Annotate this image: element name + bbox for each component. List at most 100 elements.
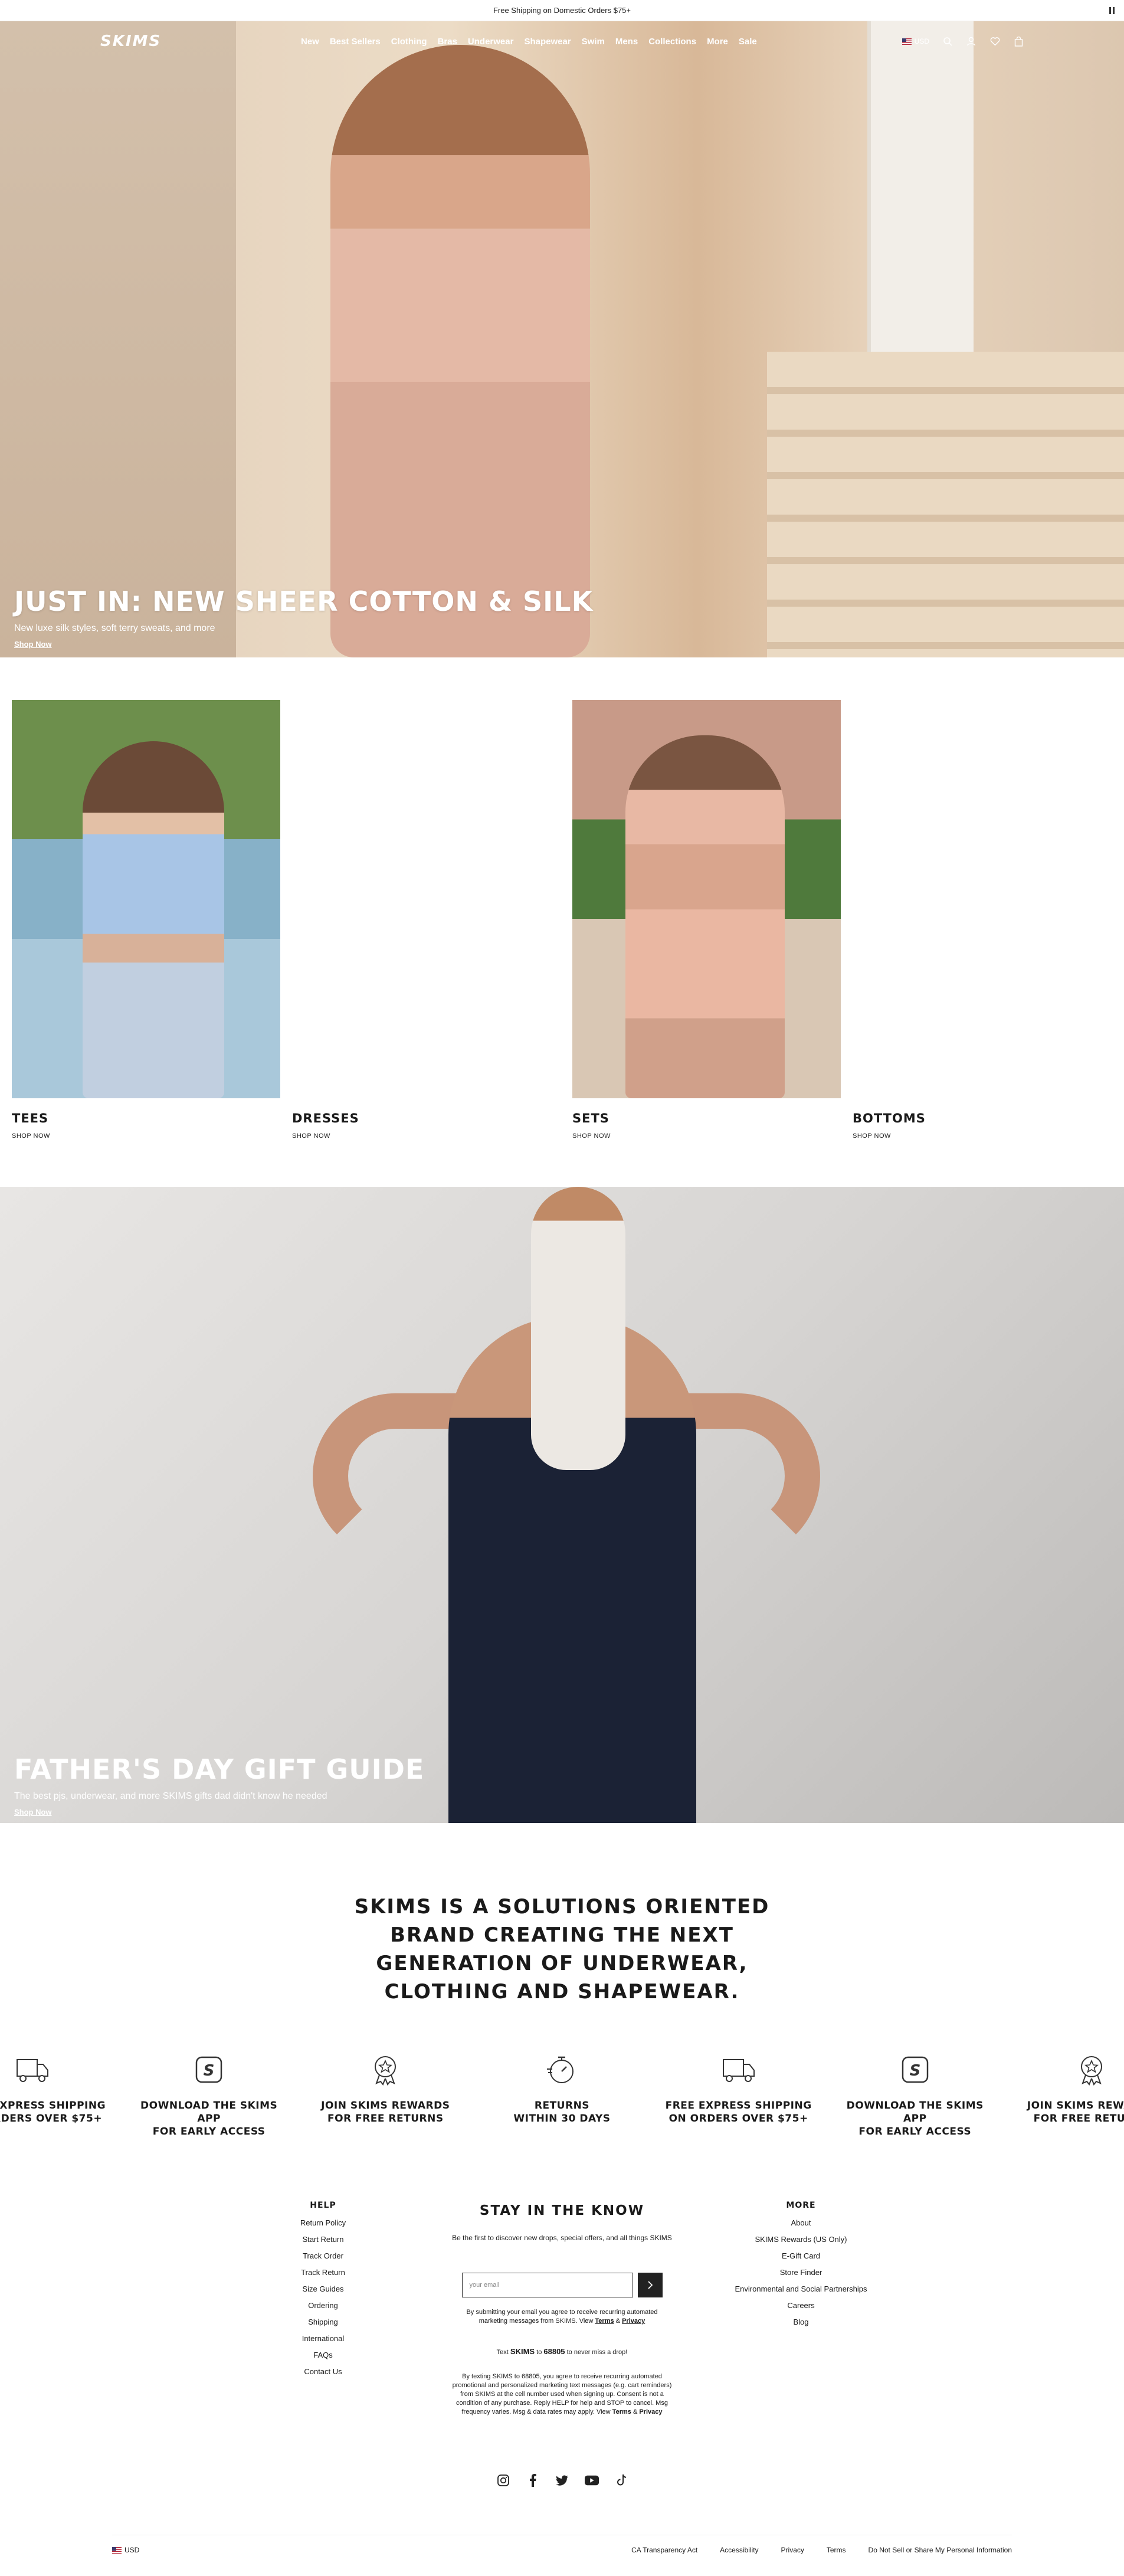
nav-item-clothing[interactable]: Clothing [391,37,427,47]
twitter-icon[interactable] [555,2473,569,2487]
footer-link-blog[interactable]: Blog [716,2314,887,2330]
footer-bottom-bar: USD CA Transparency Act Accessibility Pr… [112,2535,1012,2576]
truck-icon [721,2052,756,2087]
email-input[interactable]: your email [461,2273,633,2297]
us-flag-icon [112,2547,122,2554]
legal-link-ca-transparency[interactable]: CA Transparency Act [631,2546,697,2576]
announcement-pause-icon[interactable] [1109,7,1115,14]
footer-currency-selector[interactable]: USD [112,2546,139,2576]
benefit-item[interactable]: JOIN SKIMS REWARDSFOR FREE RETURNS [306,2052,465,2138]
category-card[interactable]: TEES SHOP NOW [12,700,280,1140]
logo[interactable]: SKIMS [100,32,301,50]
sms-privacy-link[interactable]: Privacy [639,2408,662,2415]
email-submit-button[interactable] [637,2273,663,2297]
category-shop-now-link[interactable]: SHOP NOW [292,1132,561,1140]
category-image-bottoms[interactable] [853,700,1121,1098]
currency-selector[interactable]: USD [902,37,929,45]
category-title[interactable]: DRESSES [292,1111,561,1125]
footer-link-store-finder[interactable]: Store Finder [716,2264,887,2281]
app-icon: S [191,2052,227,2087]
nav-item-mens[interactable]: Mens [615,37,638,47]
benefit-item[interactable]: S DOWNLOAD THE SKIMS APP FOR EARLY ACCESS [129,2052,289,2138]
sms-terms-link[interactable]: Terms [612,2408,631,2415]
footer-link-faqs[interactable]: FAQs [238,2347,409,2364]
benefit-line2: FOR EARLY ACCESS [152,2126,266,2138]
footer-link-rewards[interactable]: SKIMS Rewards (US Only) [716,2231,887,2248]
category-shop-now-link[interactable]: SHOP NOW [853,1132,1121,1140]
nav-item-new[interactable]: New [301,37,319,47]
category-title[interactable]: SETS [572,1111,841,1125]
benefit-item[interactable]: RETURNS WITHIN 30 DAYS [482,2052,641,2138]
svg-text:S: S [204,2062,215,2080]
privacy-link[interactable]: Privacy [622,2318,645,2325]
legal-link-do-not-sell[interactable]: Do Not Sell or Share My Personal Informa… [869,2546,1012,2576]
footer-link-partnerships[interactable]: Environmental and Social Partnerships [716,2281,887,2297]
legal-link-accessibility[interactable]: Accessibility [720,2546,758,2576]
svg-text:S: S [909,2062,920,2080]
instagram-icon[interactable] [496,2473,510,2487]
newsletter-lead: Be the first to discover new drops, spec… [452,2234,672,2242]
social-links [0,2473,1124,2487]
nav-item-shapewear[interactable]: Shapewear [524,37,571,47]
terms-link[interactable]: Terms [595,2318,614,2325]
footer-link-size-guides[interactable]: Size Guides [238,2281,409,2297]
category-title[interactable]: TEES [12,1111,280,1125]
category-image-dresses[interactable] [292,700,561,1098]
benefit-line2: FOR FREE RETURNS [1033,2113,1124,2125]
facebook-icon[interactable] [526,2473,540,2487]
footer-link-start-return[interactable]: Start Return [238,2231,409,2248]
fathers-day-banner[interactable]: FATHER'S DAY GIFT GUIDE The best pjs, un… [0,1187,1124,1823]
category-title[interactable]: BOTTOMS [853,1111,1121,1125]
benefit-item[interactable]: FREE EXPRESS SHIPPINGON ORDERS OVER $75+ [0,2052,112,2138]
category-card[interactable]: SETS SHOP NOW [572,700,841,1140]
category-card[interactable]: DRESSES SHOP NOW [292,700,561,1140]
hero-shop-now-link[interactable]: Shop Now [14,640,52,649]
nav-utilities: USD [902,36,1024,47]
main-nav: SKIMS New Best Sellers Clothing Bras Und… [0,21,1124,61]
footer-link-shipping[interactable]: Shipping [238,2314,409,2330]
search-icon[interactable] [942,36,953,47]
benefit-item[interactable]: FREE EXPRESS SHIPPINGON ORDERS OVER $75+ [659,2052,818,2138]
benefit-item[interactable]: JOIN SKIMS REWARDSFOR FREE RETURNS [1012,2052,1124,2138]
nav-item-collections[interactable]: Collections [648,37,696,47]
legal-link-privacy[interactable]: Privacy [781,2546,804,2576]
category-shop-now-link[interactable]: SHOP NOW [12,1132,280,1140]
nav-item-more[interactable]: More [707,37,728,47]
sms-number: 68805 [543,2347,565,2356]
footer-link-about[interactable]: About [716,2215,887,2231]
bag-icon[interactable] [1013,36,1024,47]
nav-item-underwear[interactable]: Underwear [468,37,514,47]
benefit-item[interactable]: S DOWNLOAD THE SKIMS APP FOR EARLY ACCESS [835,2052,995,2138]
fathers-day-shop-now-link[interactable]: Shop Now [14,1808,52,1816]
benefit-line2: ON ORDERS OVER $75+ [668,2113,808,2125]
category-image-tees[interactable] [12,700,280,1098]
hero-banner[interactable]: SKIMS New Best Sellers Clothing Bras Und… [0,21,1124,657]
footer-link-ordering[interactable]: Ordering [238,2297,409,2314]
category-card[interactable]: BOTTOMS SHOP NOW [853,700,1121,1140]
footer-link-careers[interactable]: Careers [716,2297,887,2314]
footer-link-track-order[interactable]: Track Order [238,2248,409,2264]
fathers-day-copy: FATHER'S DAY GIFT GUIDE The best pjs, un… [14,1753,424,1818]
nav-item-sale[interactable]: Sale [739,37,757,47]
footer-link-track-return[interactable]: Track Return [238,2264,409,2281]
nav-item-best-sellers[interactable]: Best Sellers [330,37,381,47]
account-icon[interactable] [966,36,976,47]
nav-item-swim[interactable]: Swim [582,37,605,47]
legal-link-terms[interactable]: Terms [827,2546,846,2576]
site-footer: HELP Return Policy Start Return Track Or… [0,2201,1124,2576]
benefit-line1: FREE EXPRESS SHIPPING [665,2100,812,2112]
footer-link-gift-card[interactable]: E-Gift Card [716,2248,887,2264]
wishlist-icon[interactable] [989,36,1000,47]
footer-link-contact-us[interactable]: Contact Us [238,2364,409,2380]
rewards-icon [368,2052,403,2087]
category-image-sets[interactable] [572,700,841,1098]
footer-link-international[interactable]: International [238,2330,409,2347]
benefit-line1: JOIN SKIMS REWARDS [1027,2100,1124,2112]
category-shop-now-link[interactable]: SHOP NOW [572,1132,841,1140]
hero-image-door [867,21,974,352]
tiktok-icon[interactable] [614,2473,628,2487]
footer-link-return-policy[interactable]: Return Policy [238,2215,409,2231]
nav-item-bras[interactable]: Bras [438,37,457,47]
youtube-icon[interactable] [584,2473,599,2487]
announcement-bar: Free Shipping on Domestic Orders $75+ [0,0,1124,21]
